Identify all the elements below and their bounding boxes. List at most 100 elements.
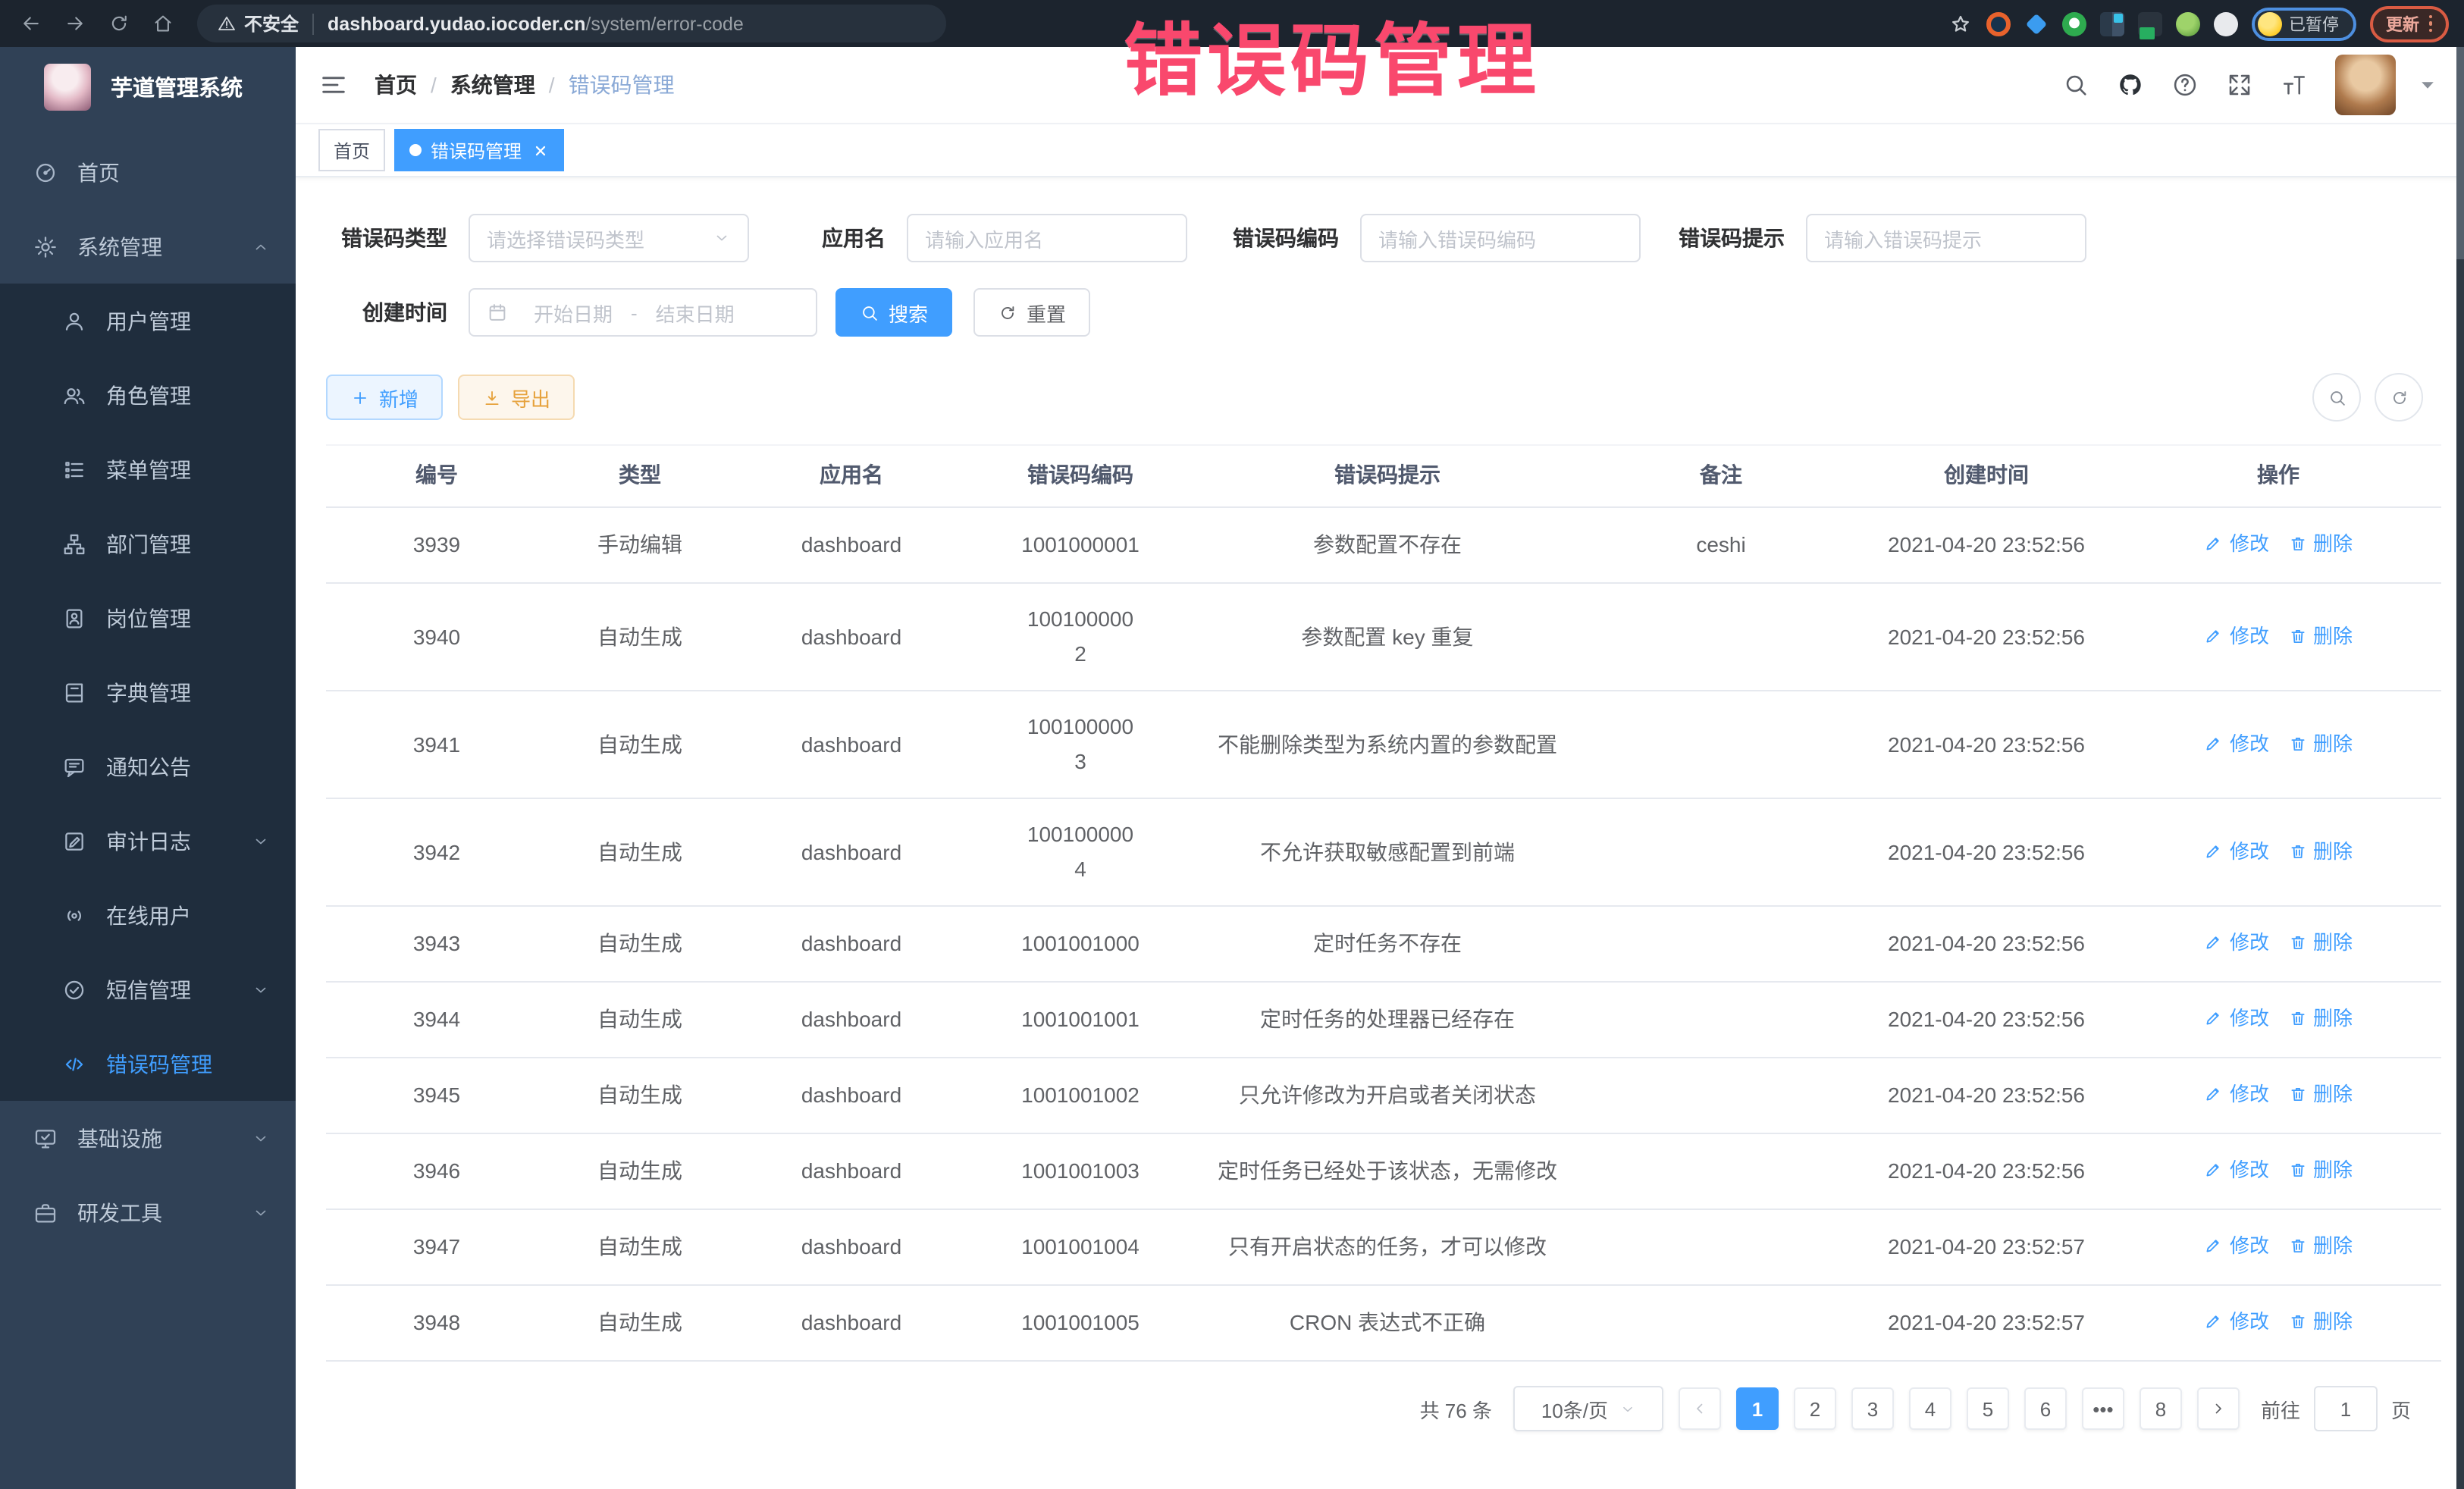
- error-code-input[interactable]: 请输入错误码编码: [1360, 214, 1641, 262]
- hamburger-icon[interactable]: [318, 70, 349, 100]
- extension-green-v-icon[interactable]: [2061, 11, 2086, 36]
- edit-link[interactable]: 修改: [2204, 1001, 2269, 1036]
- font-size-icon[interactable]: [2281, 71, 2308, 99]
- address-bar[interactable]: 不安全 dashboard.yudao.iocoder.cn/system/er…: [197, 5, 946, 42]
- page-button-2[interactable]: 2: [1794, 1387, 1836, 1430]
- edit-link[interactable]: 修改: [2204, 618, 2269, 653]
- delete-link[interactable]: 删除: [2287, 1077, 2353, 1111]
- sidebar-item-dict-management[interactable]: 字典管理: [0, 655, 296, 729]
- github-icon[interactable]: [2117, 71, 2144, 99]
- error-type-select[interactable]: 请选择错误码类型: [469, 214, 749, 262]
- sidebar-item-notice-announcement[interactable]: 通知公告: [0, 729, 296, 804]
- extension-orange-ring-icon[interactable]: [1986, 11, 2010, 36]
- edit-link[interactable]: 修改: [2204, 1228, 2269, 1263]
- delete-link[interactable]: 删除: [2287, 925, 2353, 960]
- browser-update-button[interactable]: 更新: [2369, 5, 2449, 42]
- sidebar-item-label: 通知公告: [106, 751, 270, 782]
- browser-back-button[interactable]: [15, 8, 45, 39]
- sidebar-item-role-management[interactable]: 角色管理: [0, 358, 296, 432]
- add-button[interactable]: 新增: [326, 375, 443, 420]
- sidebar-item-post-management[interactable]: 岗位管理: [0, 581, 296, 655]
- sidebar-item-system-management[interactable]: 系统管理: [0, 209, 296, 284]
- app-name-input[interactable]: 请输入应用名: [907, 214, 1187, 262]
- bookmark-star-icon[interactable]: [1948, 11, 1972, 36]
- sidebar-item-infrastructure[interactable]: 基础设施: [0, 1101, 296, 1175]
- edit-link[interactable]: 修改: [2204, 925, 2269, 960]
- sidebar-item-sms-management[interactable]: 短信管理: [0, 952, 296, 1027]
- fullscreen-icon[interactable]: [2226, 71, 2253, 99]
- page-button-5[interactable]: 5: [1967, 1387, 2009, 1430]
- extension-grid-icon[interactable]: [2099, 11, 2124, 36]
- home-icon: [151, 12, 174, 35]
- sidebar-item-dev-tools[interactable]: 研发工具: [0, 1175, 296, 1249]
- edit-link[interactable]: 修改: [2204, 526, 2269, 561]
- edit-link[interactable]: 修改: [2204, 1077, 2269, 1111]
- sidebar: 芋道管理系统 首页系统管理用户管理角色管理菜单管理部门管理岗位管理字典管理通知公…: [0, 47, 296, 1489]
- help-question-icon[interactable]: [2171, 71, 2199, 99]
- search-icon[interactable]: [2062, 71, 2089, 99]
- user-avatar[interactable]: [2335, 55, 2396, 115]
- page-button-3[interactable]: 3: [1851, 1387, 1894, 1430]
- delete-link[interactable]: 删除: [2287, 833, 2353, 868]
- sidebar-item-audit-log[interactable]: 审计日志: [0, 804, 296, 878]
- browser-reload-button[interactable]: [103, 8, 133, 39]
- browser-profile-button[interactable]: 已暂停: [2251, 7, 2356, 40]
- sidebar-item-error-code-management[interactable]: 错误码管理: [0, 1027, 296, 1101]
- window-scrollbar[interactable]: [2456, 47, 2464, 1489]
- sidebar-item-user-management[interactable]: 用户管理: [0, 284, 296, 358]
- download-icon: [482, 387, 502, 407]
- delete-link[interactable]: 删除: [2287, 1152, 2353, 1187]
- sidebar-item-menu-management[interactable]: 菜单管理: [0, 432, 296, 506]
- sidebar-item-label: 字典管理: [106, 677, 270, 707]
- error-hint-input[interactable]: 请输入错误码提示: [1806, 214, 2086, 262]
- url-text: dashboard.yudao.iocoder.cn/system/error-…: [328, 13, 744, 34]
- page-button-6[interactable]: 6: [2024, 1387, 2067, 1430]
- next-page-button[interactable]: [2197, 1387, 2240, 1430]
- caret-down-icon[interactable]: [2414, 71, 2441, 99]
- refresh-table-button[interactable]: [2375, 373, 2423, 422]
- delete-link[interactable]: 删除: [2287, 1304, 2353, 1339]
- page-ellipsis[interactable]: •••: [2082, 1387, 2124, 1430]
- delete-link[interactable]: 删除: [2287, 618, 2353, 653]
- sidebar-item-dept-management[interactable]: 部门管理: [0, 506, 296, 581]
- pencil-icon: [2204, 933, 2224, 952]
- chevron-down-icon: [1619, 1400, 1635, 1417]
- delete-link[interactable]: 删除: [2287, 526, 2353, 561]
- delete-link[interactable]: 删除: [2287, 1001, 2353, 1036]
- extension-onetab-icon[interactable]: [2137, 11, 2161, 36]
- reset-button[interactable]: 重置: [973, 288, 1090, 337]
- tag-active[interactable]: 错误码管理: [394, 129, 564, 171]
- goto-page-input[interactable]: 1: [2314, 1386, 2378, 1431]
- prev-page-button[interactable]: [1679, 1387, 1721, 1430]
- edit-link[interactable]: 修改: [2204, 1304, 2269, 1339]
- cell-time: 2021-04-20 23:52:56: [1857, 691, 2115, 798]
- breadcrumb-item[interactable]: 错误码管理: [569, 70, 675, 100]
- breadcrumb-item[interactable]: 首页: [375, 70, 417, 100]
- kebab-menu-icon[interactable]: [2428, 15, 2432, 33]
- toggle-search-button[interactable]: [2312, 373, 2361, 422]
- extension-frog-icon[interactable]: [2175, 11, 2199, 36]
- delete-link[interactable]: 删除: [2287, 1228, 2353, 1263]
- extensions-puzzle-icon[interactable]: [2213, 11, 2237, 36]
- delete-link[interactable]: 删除: [2287, 726, 2353, 760]
- tag-item[interactable]: 首页: [318, 129, 385, 171]
- security-chip[interactable]: 不安全: [217, 11, 299, 36]
- browser-forward-button[interactable]: [59, 8, 89, 39]
- edit-link[interactable]: 修改: [2204, 726, 2269, 760]
- page-button-4[interactable]: 4: [1909, 1387, 1951, 1430]
- page-button-8[interactable]: 8: [2140, 1387, 2182, 1430]
- page-size-select[interactable]: 10条/页: [1513, 1386, 1663, 1431]
- edit-link[interactable]: 修改: [2204, 833, 2269, 868]
- breadcrumb-item[interactable]: 系统管理: [450, 70, 535, 100]
- export-button[interactable]: 导出: [458, 375, 575, 420]
- date-range-picker[interactable]: 开始日期 - 结束日期: [469, 288, 817, 337]
- search-button[interactable]: 搜索: [835, 288, 952, 337]
- edit-link[interactable]: 修改: [2204, 1152, 2269, 1187]
- page-button-1[interactable]: 1: [1736, 1387, 1779, 1430]
- scrollbar-thumb[interactable]: [2456, 47, 2464, 259]
- sidebar-item-online-users[interactable]: 在线用户: [0, 878, 296, 952]
- extension-blue-gem-icon[interactable]: [2024, 11, 2048, 36]
- app-logo-row[interactable]: 芋道管理系统: [0, 47, 296, 126]
- browser-home-button[interactable]: [147, 8, 177, 39]
- sidebar-item-home[interactable]: 首页: [0, 135, 296, 209]
